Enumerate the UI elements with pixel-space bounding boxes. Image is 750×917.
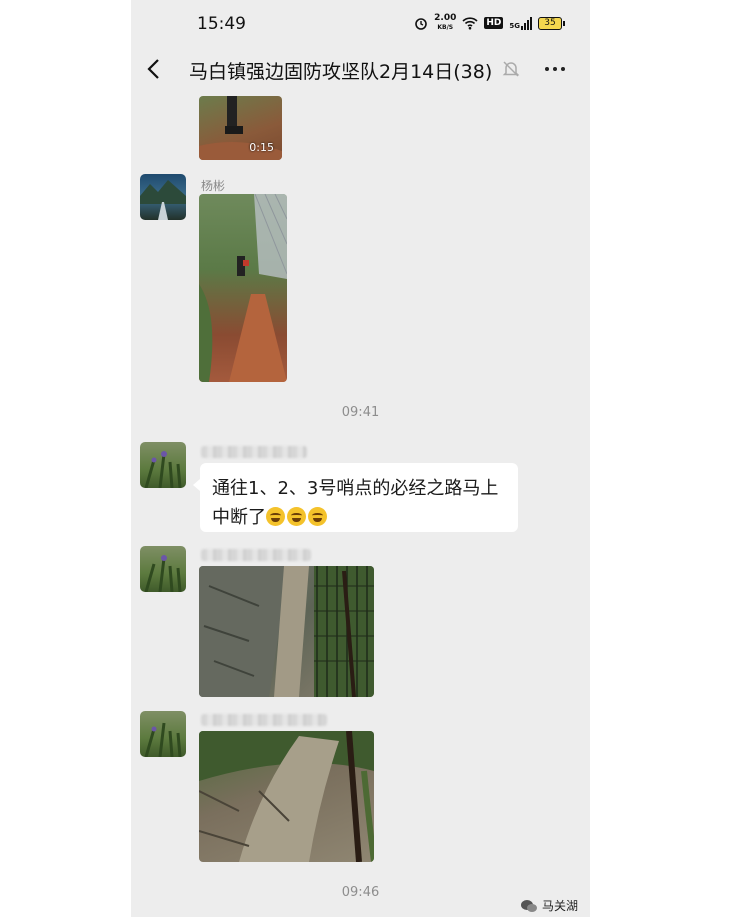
hd-badge: HD: [484, 17, 504, 29]
photo-message[interactable]: [199, 566, 374, 697]
sender-name-blurred: [201, 549, 311, 561]
text-message-bubble[interactable]: 通往1、2、3号哨点的必经之路马上中断了: [193, 463, 518, 532]
damaged-trail-photo-image: [199, 731, 374, 862]
status-icons: 2.00 KB/S HD 5G 35: [414, 13, 565, 32]
photo-message[interactable]: [199, 731, 374, 862]
wechat-logo-icon: [521, 899, 537, 912]
crying-emoji-icon: [266, 507, 329, 528]
status-bar: 15:49 2.00 KB/S HD 5G 35: [131, 0, 590, 48]
alarm-icon: [415, 18, 427, 30]
battery-icon: 35: [538, 16, 565, 30]
watermark-text: 马关湖: [542, 899, 579, 913]
chat-title: 马白镇强边固防攻坚队2月14日(38): [189, 61, 493, 83]
sender-name-blurred: [201, 714, 327, 726]
avatar-image: [144, 451, 182, 488]
signal-icon: 5G: [509, 16, 532, 30]
watermark: 马关湖: [521, 897, 578, 914]
sender-name: 杨彬: [201, 179, 226, 193]
more-options-icon[interactable]: [545, 67, 565, 71]
back-arrow-icon[interactable]: [145, 58, 163, 80]
wifi-icon: [462, 16, 478, 29]
chat-header: 马白镇强边固防攻坚队2月14日(38): [131, 48, 590, 92]
avatar[interactable]: [140, 546, 186, 592]
avatar-image: [144, 722, 182, 757]
photo-message[interactable]: [199, 194, 287, 382]
trail-photo-image: [199, 194, 287, 382]
mute-bell-icon: [502, 61, 520, 77]
avatar[interactable]: [140, 174, 186, 220]
video-duration: 0:15: [249, 141, 274, 154]
collapsed-road-photo-image: [199, 566, 374, 697]
message-text: 通往1、2、3号哨点的必经之路马上中断了: [212, 478, 499, 528]
network-speed: 2.00 KB/S: [434, 13, 457, 32]
video-thumbnail[interactable]: 0:15: [199, 96, 282, 160]
chat-screen: 15:49 2.00 KB/S HD 5G 35 马白镇强边固防攻坚队2月14日(…: [131, 0, 590, 917]
status-time: 15:49: [197, 14, 246, 34]
sender-name-blurred: [201, 446, 307, 458]
avatar-image: [140, 180, 186, 220]
avatar[interactable]: [140, 442, 186, 488]
avatar-image: [144, 555, 182, 592]
timestamp: 09:41: [341, 405, 380, 420]
avatar[interactable]: [140, 711, 186, 757]
